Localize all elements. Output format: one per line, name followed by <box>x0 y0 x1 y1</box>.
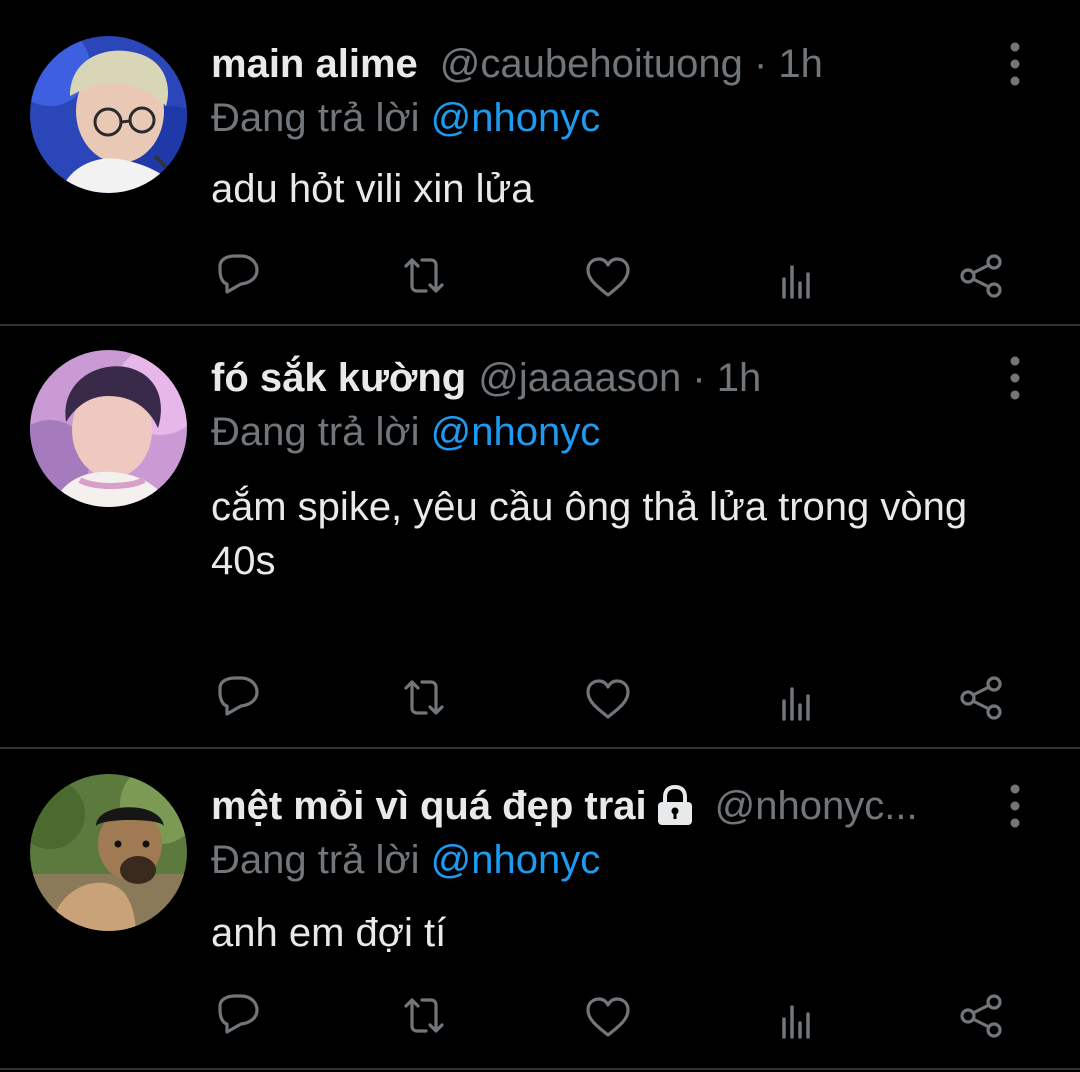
replying-to: Đang trả lời @nhonyc <box>211 838 600 883</box>
retweet-icon[interactable] <box>394 990 454 1050</box>
replying-to-label: Đang trả lời <box>211 410 431 454</box>
mention-link[interactable]: @nhonyc <box>431 838 601 882</box>
analytics-icon[interactable] <box>766 993 826 1053</box>
more-options-icon[interactable] <box>1000 39 1030 89</box>
lock-icon <box>655 784 695 827</box>
handle-and-time[interactable]: @jaaaason · 1h <box>478 356 761 401</box>
more-options-icon[interactable] <box>1000 781 1030 831</box>
like-icon[interactable] <box>578 672 638 732</box>
replying-to-label: Đang trả lời <box>211 838 431 882</box>
replying-to: Đang trả lời @nhonyc <box>211 96 600 141</box>
reply-icon[interactable] <box>208 672 268 732</box>
mention-link[interactable]: @nhonyc <box>431 96 601 140</box>
replying-to-label: Đang trả lời <box>211 96 431 140</box>
tweet-header: mệt mỏi vì quá đẹp trai @nhonyc... <box>211 778 990 834</box>
retweet-icon[interactable] <box>394 250 454 310</box>
share-icon[interactable] <box>952 672 1012 732</box>
divider <box>0 747 1080 749</box>
share-icon[interactable] <box>952 990 1012 1050</box>
divider <box>0 1068 1080 1070</box>
tweet-header: main alime @caubehoituong · 1h <box>211 36 990 92</box>
avatar[interactable] <box>30 774 187 931</box>
like-icon[interactable] <box>578 990 638 1050</box>
handle-and-time[interactable]: @nhonyc... <box>715 784 918 829</box>
like-icon[interactable] <box>578 250 638 310</box>
tweet-text: cắm spike, yêu cầu ông thả lửa trong vòn… <box>211 485 968 583</box>
mention-link[interactable]: @nhonyc <box>431 410 601 454</box>
tweet-text: adu hỏt vili xin lửa <box>211 167 534 211</box>
more-options-icon[interactable] <box>1000 353 1030 403</box>
display-name[interactable]: fó sắk kường <box>211 356 466 401</box>
display-name[interactable]: main alime <box>211 42 418 87</box>
avatar[interactable] <box>30 36 187 193</box>
analytics-icon[interactable] <box>766 675 826 735</box>
retweet-icon[interactable] <box>394 672 454 732</box>
handle-and-time[interactable]: @caubehoituong · 1h <box>440 42 823 87</box>
reply-icon[interactable] <box>208 250 268 310</box>
share-icon[interactable] <box>952 250 1012 310</box>
reply-icon[interactable] <box>208 990 268 1050</box>
tweet-text: anh em đợi tí <box>211 911 447 955</box>
replying-to: Đang trả lời @nhonyc <box>211 410 600 455</box>
tweet-header: fó sắk kường @jaaaason · 1h <box>211 350 990 406</box>
divider <box>0 324 1080 326</box>
display-name[interactable]: mệt mỏi vì quá đẹp trai <box>211 784 647 829</box>
avatar[interactable] <box>30 350 187 507</box>
analytics-icon[interactable] <box>766 253 826 313</box>
